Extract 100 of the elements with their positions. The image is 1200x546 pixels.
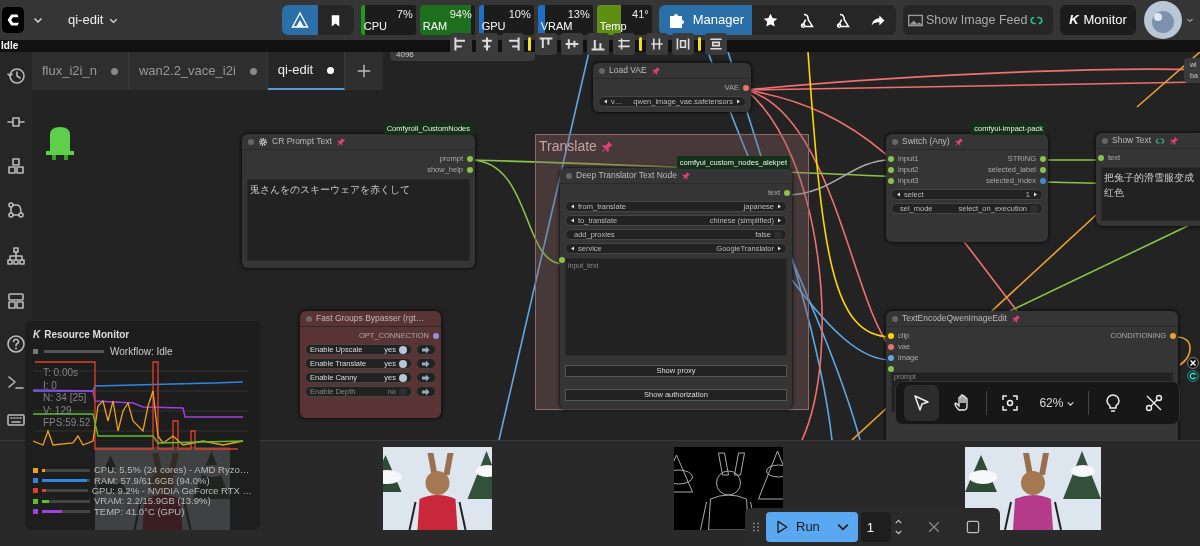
stat-text: I: 0 bbox=[43, 379, 58, 392]
stat-text: N: 34 [25] bbox=[43, 392, 88, 405]
cubes-icon[interactable] bbox=[6, 156, 26, 176]
go-to-group-button[interactable] bbox=[416, 386, 436, 397]
meter-label: Temp bbox=[599, 18, 627, 34]
align-button[interactable] bbox=[613, 33, 635, 55]
go-to-group-button[interactable] bbox=[416, 372, 436, 383]
arrow-left-icon bbox=[896, 191, 901, 198]
workflow-status: Workflow: Idle bbox=[110, 345, 173, 359]
output-dot[interactable] bbox=[467, 166, 473, 173]
node-title: Fast Groups Bypasser (rgt… bbox=[316, 312, 425, 325]
output-dot[interactable] bbox=[1040, 177, 1046, 184]
run-button[interactable]: Run bbox=[766, 512, 828, 542]
output-dot[interactable] bbox=[433, 332, 439, 339]
input-dot[interactable] bbox=[888, 166, 894, 173]
workflow-tree-icon[interactable] bbox=[6, 246, 26, 266]
align-icon bbox=[479, 36, 495, 52]
arrow-left-icon bbox=[603, 98, 608, 105]
history-icon[interactable] bbox=[6, 66, 26, 86]
text-field[interactable]: 兎さんをのスキーウェアを赤くして bbox=[247, 179, 470, 261]
output-dot[interactable] bbox=[743, 84, 749, 91]
collapse-dot[interactable] bbox=[892, 138, 898, 145]
select-button[interactable] bbox=[904, 385, 939, 421]
connection-wire bbox=[1175, 336, 1191, 366]
align-button[interactable] bbox=[587, 33, 609, 55]
meter-reading: 94% bbox=[449, 7, 472, 22]
arrow-icon bbox=[421, 372, 431, 383]
align-button[interactable] bbox=[646, 33, 668, 55]
zoom-menu[interactable]: 62% bbox=[1033, 394, 1083, 412]
arrow-icon bbox=[421, 358, 431, 369]
align-button[interactable] bbox=[535, 33, 557, 55]
align-button[interactable] bbox=[476, 33, 498, 55]
stat-text: V: 129 bbox=[43, 404, 73, 417]
square-icon bbox=[964, 519, 981, 535]
stat-text: T: 0.00s bbox=[43, 367, 80, 380]
arrow-right-icon bbox=[1033, 191, 1038, 198]
monitor-button[interactable]: K Monitor bbox=[1060, 5, 1136, 35]
text-field[interactable]: 把兔子的滑雪服变成红色 bbox=[1101, 167, 1200, 221]
output-dot[interactable] bbox=[1040, 166, 1046, 173]
manager-button[interactable]: Manager bbox=[658, 5, 752, 35]
align-icon bbox=[675, 36, 691, 52]
collapse-dot[interactable] bbox=[248, 138, 254, 145]
output-dot[interactable] bbox=[467, 155, 473, 162]
input-dot[interactable] bbox=[888, 332, 894, 339]
workflow-tab[interactable]: qi-edit bbox=[267, 52, 346, 90]
align-button[interactable] bbox=[450, 33, 472, 55]
node-title: Show Text bbox=[1112, 134, 1152, 147]
collapse-dot[interactable] bbox=[892, 315, 898, 322]
input-dot[interactable] bbox=[888, 365, 894, 372]
arrow-right-icon bbox=[777, 245, 782, 252]
unlink-icon bbox=[1143, 393, 1164, 413]
node-title: Load VAE bbox=[609, 64, 647, 77]
meter-reading: 10% bbox=[508, 7, 531, 22]
refresh-icon[interactable] bbox=[1187, 370, 1199, 382]
status-text: Idle bbox=[1, 40, 19, 51]
align-button[interactable] bbox=[705, 33, 727, 55]
align-button[interactable] bbox=[672, 33, 694, 55]
close-icon[interactable] bbox=[1187, 357, 1199, 369]
arrow-icon bbox=[421, 344, 431, 355]
align-button[interactable] bbox=[502, 33, 524, 55]
help-icon[interactable] bbox=[6, 334, 26, 354]
arrow-left-icon bbox=[570, 245, 575, 252]
input-dot[interactable] bbox=[1098, 154, 1104, 161]
workflow-menu[interactable]: qi-edit bbox=[66, 10, 123, 30]
meter-reading: 13% bbox=[567, 7, 590, 22]
align-icon bbox=[708, 36, 724, 52]
fit-view-icon bbox=[1000, 393, 1020, 413]
model-library-icon[interactable] bbox=[6, 200, 26, 220]
align-button[interactable] bbox=[561, 33, 583, 55]
input-dot[interactable] bbox=[888, 177, 894, 184]
count-field[interactable]: 1 bbox=[860, 512, 891, 542]
collapse-dot[interactable] bbox=[306, 315, 312, 322]
align-icon bbox=[649, 36, 665, 52]
meter-label: RAM bbox=[422, 18, 448, 34]
input-dot[interactable] bbox=[888, 354, 894, 361]
queue-options-button[interactable] bbox=[827, 512, 858, 542]
legend-text: TEMP: 41.0°C (GPU) bbox=[94, 506, 185, 517]
collapse-dot[interactable] bbox=[599, 67, 605, 74]
input-dot[interactable] bbox=[888, 155, 894, 162]
input-dot[interactable] bbox=[888, 343, 894, 350]
collapse-dot[interactable] bbox=[566, 172, 572, 179]
input-dot[interactable] bbox=[559, 257, 565, 263]
templates-icon[interactable] bbox=[6, 291, 26, 311]
output-dot[interactable] bbox=[784, 189, 790, 196]
mountain-icon bbox=[289, 10, 310, 30]
output-dot[interactable] bbox=[1040, 155, 1046, 162]
output-dot[interactable] bbox=[1170, 332, 1176, 339]
user-avatar[interactable] bbox=[1143, 0, 1195, 40]
play-icon bbox=[774, 519, 790, 535]
stat-text: FPS:59.52 bbox=[43, 417, 91, 430]
go-to-group-button[interactable] bbox=[416, 358, 436, 369]
collapse-dot[interactable] bbox=[1102, 137, 1108, 144]
mountain-logo-button[interactable] bbox=[281, 5, 318, 35]
image-feed-button[interactable]: Show Image Feed bbox=[903, 5, 1053, 35]
gear-icon bbox=[258, 136, 268, 147]
logo-text: K bbox=[33, 328, 41, 342]
go-to-group-button[interactable] bbox=[416, 344, 436, 355]
arrow-right-icon bbox=[736, 98, 741, 105]
legend-text: CPU: 5.5% (24 cores) - AMD Ryzo… bbox=[94, 465, 250, 476]
panel-title: Resource Monitor bbox=[44, 328, 130, 342]
